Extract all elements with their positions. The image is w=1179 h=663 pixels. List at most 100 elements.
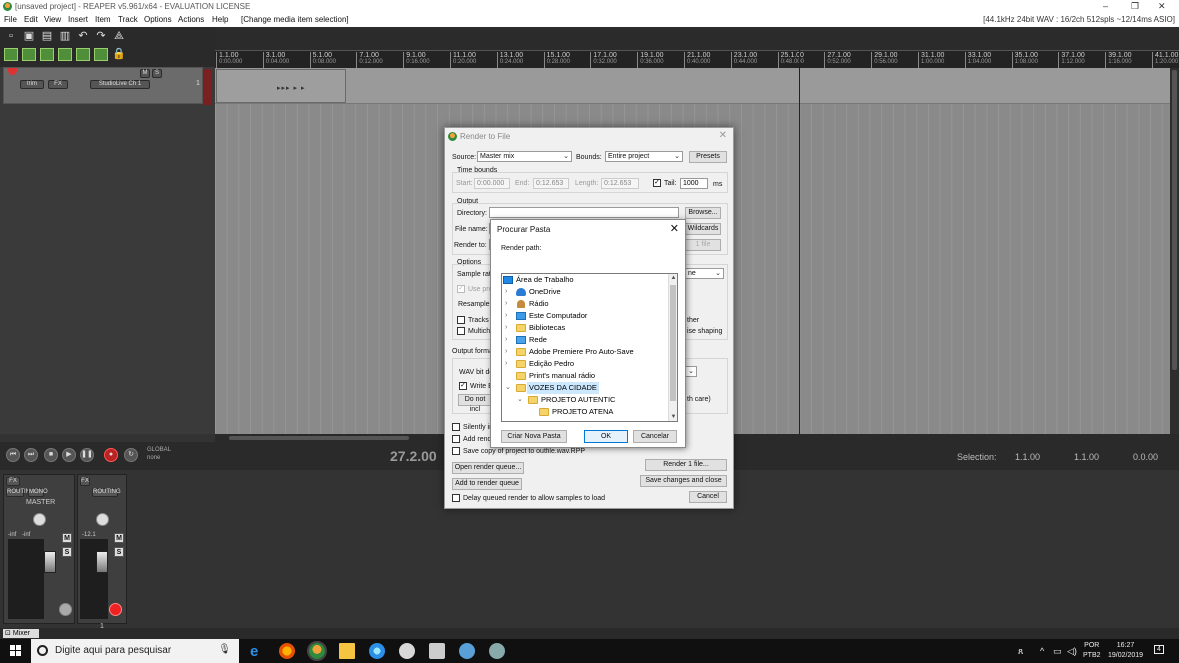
tree-item-libraries[interactable]: › Bibliotecas: [505, 322, 668, 334]
wildcards-button[interactable]: Wildcards: [685, 223, 721, 235]
go-to-start-icon[interactable]: ⏮: [6, 448, 20, 462]
scroll-down-icon[interactable]: ▼: [669, 414, 677, 420]
envelope-lock-icon[interactable]: [58, 48, 72, 61]
menu-help[interactable]: Help: [212, 15, 228, 24]
do-not-include-select[interactable]: Do not incl: [458, 394, 492, 413]
timeline-ruler[interactable]: 1.1.00 0:00.000 3.1.00 0:04.000 5.1.00 0:08.0…: [215, 50, 1179, 68]
track-input-select[interactable]: StudioLive Ch 1: [90, 80, 150, 89]
network-app-icon[interactable]: [489, 643, 505, 659]
notifications-icon[interactable]: 4: [1154, 645, 1164, 654]
chevron-right-icon[interactable]: ›: [505, 334, 513, 346]
tree-item-radio[interactable]: › Rádio: [505, 298, 668, 310]
delay-queued-render-checkbox[interactable]: [452, 494, 460, 502]
track-1-header[interactable]: trim FX StudioLive Ch 1 M S 1: [3, 67, 203, 104]
master-mono-button[interactable]: MONO: [28, 488, 48, 497]
horizontal-scrollbar-thumb[interactable]: [229, 436, 409, 440]
input-language[interactable]: POR PTB2: [1083, 641, 1101, 661]
menu-item[interactable]: Item: [95, 15, 111, 24]
new-folder-button[interactable]: Criar Nova Pasta: [501, 430, 567, 443]
track-lane[interactable]: [215, 68, 1170, 104]
chevron-right-icon[interactable]: ›: [505, 358, 513, 370]
record-arm-icon[interactable]: [8, 68, 17, 75]
project-settings-icon[interactable]: ▥: [58, 30, 72, 43]
tree-item-projeto-atena[interactable]: PROJETO ATENA: [535, 406, 668, 418]
chevron-right-icon[interactable]: ›: [505, 322, 513, 334]
multichannel-checkbox[interactable]: [457, 327, 465, 335]
ok-button[interactable]: OK: [584, 430, 628, 443]
menu-track[interactable]: Track: [118, 15, 138, 24]
tracks-checkbox[interactable]: [457, 316, 465, 324]
new-project-icon[interactable]: ▫: [4, 30, 18, 43]
restore-button[interactable]: ❐: [1131, 1, 1139, 12]
file-explorer-icon[interactable]: [339, 643, 355, 659]
stop-icon[interactable]: ■: [44, 448, 58, 462]
render-button[interactable]: Render 1 file...: [645, 459, 727, 471]
loop-icon[interactable]: [94, 48, 108, 61]
tree-item-onedrive[interactable]: › OneDrive: [505, 286, 668, 298]
microphone-icon[interactable]: 🎙: [218, 644, 231, 655]
magnifier-app-icon[interactable]: [369, 643, 385, 659]
channels-select[interactable]: ne ⌄: [685, 268, 724, 279]
folder-tree[interactable]: Área de Trabalho › OneDrive › Rádio › Es…: [501, 273, 678, 422]
chevron-right-icon[interactable]: ›: [505, 298, 513, 310]
menu-undo-history[interactable]: [Change media item selection]: [241, 15, 349, 24]
selection-start[interactable]: 1.1.00: [1015, 452, 1040, 462]
add-rendered-checkbox[interactable]: [452, 435, 460, 443]
reaper-taskbar-icon[interactable]: [307, 641, 327, 661]
taskbar-search-box[interactable]: Digite aqui para pesquisar 🎙: [31, 639, 239, 663]
taskbar-clock[interactable]: 16:27 19/02/2019: [1108, 641, 1143, 661]
chrome-icon[interactable]: [399, 643, 415, 659]
play-icon[interactable]: ▶: [62, 448, 76, 462]
network-status-icon[interactable]: ▭: [1053, 646, 1062, 657]
use-project-rate-checkbox[interactable]: ✓: [457, 285, 465, 293]
start-field[interactable]: 0:00.000: [474, 178, 510, 189]
global-automation-label[interactable]: GLOBAL: [147, 447, 171, 453]
save-project-icon[interactable]: ▤: [40, 30, 54, 43]
directory-field[interactable]: [489, 207, 679, 218]
wav-bit-depth-select[interactable]: ⌄: [685, 366, 697, 377]
firefox-icon[interactable]: [279, 643, 295, 659]
tree-item-projeto-autentic[interactable]: ⌄ PROJETO AUTENTIC: [517, 394, 668, 406]
auto-crossfade-icon[interactable]: [76, 48, 90, 61]
lock-icon[interactable]: 🔒: [112, 48, 126, 61]
minimize-button[interactable]: –: [1103, 1, 1108, 11]
redo-icon[interactable]: ↷: [94, 30, 108, 43]
people-icon[interactable]: ጸ: [1018, 646, 1023, 657]
ripple-edit-icon[interactable]: [22, 48, 36, 61]
calendar-app-icon[interactable]: [429, 643, 445, 659]
master-volume-fader[interactable]: [44, 551, 56, 573]
media-item[interactable]: ▸▸▸ ▸ ▸: [216, 69, 346, 103]
render-close-icon[interactable]: ✕: [719, 130, 727, 141]
write-bwf-checkbox[interactable]: ✓: [459, 382, 467, 390]
tail-checkbox[interactable]: ✓: [653, 179, 661, 187]
chevron-right-icon[interactable]: ›: [505, 286, 513, 298]
track-1-mute-button[interactable]: M: [114, 533, 124, 543]
track-1-pan-knob[interactable]: [96, 513, 109, 526]
volume-icon[interactable]: ◁): [1067, 646, 1077, 657]
tree-item-edicao-pedro[interactable]: › Edição Pedro: [505, 358, 668, 370]
tail-field[interactable]: 1000: [680, 178, 708, 189]
windows-start-icon[interactable]: [10, 645, 21, 656]
master-fx-bypass-icon[interactable]: [59, 603, 72, 616]
vertical-scrollbar[interactable]: [1170, 68, 1179, 434]
menu-insert[interactable]: Insert: [68, 15, 88, 24]
source-select[interactable]: Master mix ⌄: [477, 151, 572, 162]
tree-item-vozes-da-cidade[interactable]: ⌄ VOZES DA CIDADE: [505, 382, 668, 394]
tray-chevron-up-icon[interactable]: ^: [1040, 646, 1044, 656]
track-1-volume-fader[interactable]: [96, 551, 108, 573]
tree-scrollbar-thumb[interactable]: [670, 285, 676, 401]
master-routing-button[interactable]: ROUTING: [6, 488, 35, 497]
track-solo-button[interactable]: S: [152, 69, 162, 78]
go-to-end-icon[interactable]: ⏭: [24, 448, 38, 462]
tree-item-network[interactable]: › Rede: [505, 334, 668, 346]
metronome-icon[interactable]: ⟁: [112, 30, 126, 43]
track-1-solo-button[interactable]: S: [114, 547, 124, 557]
media-app-icon[interactable]: [459, 643, 475, 659]
render-cancel-button[interactable]: Cancel: [689, 491, 727, 503]
add-to-render-queue-button[interactable]: Add to render queue: [452, 478, 522, 490]
selection-end[interactable]: 1.1.00: [1074, 452, 1099, 462]
tree-item-this-pc[interactable]: › Este Computador: [505, 310, 668, 322]
menu-options[interactable]: Options: [144, 15, 172, 24]
master-fx-button[interactable]: FX: [6, 477, 20, 486]
master-solo-button[interactable]: S: [62, 547, 72, 557]
